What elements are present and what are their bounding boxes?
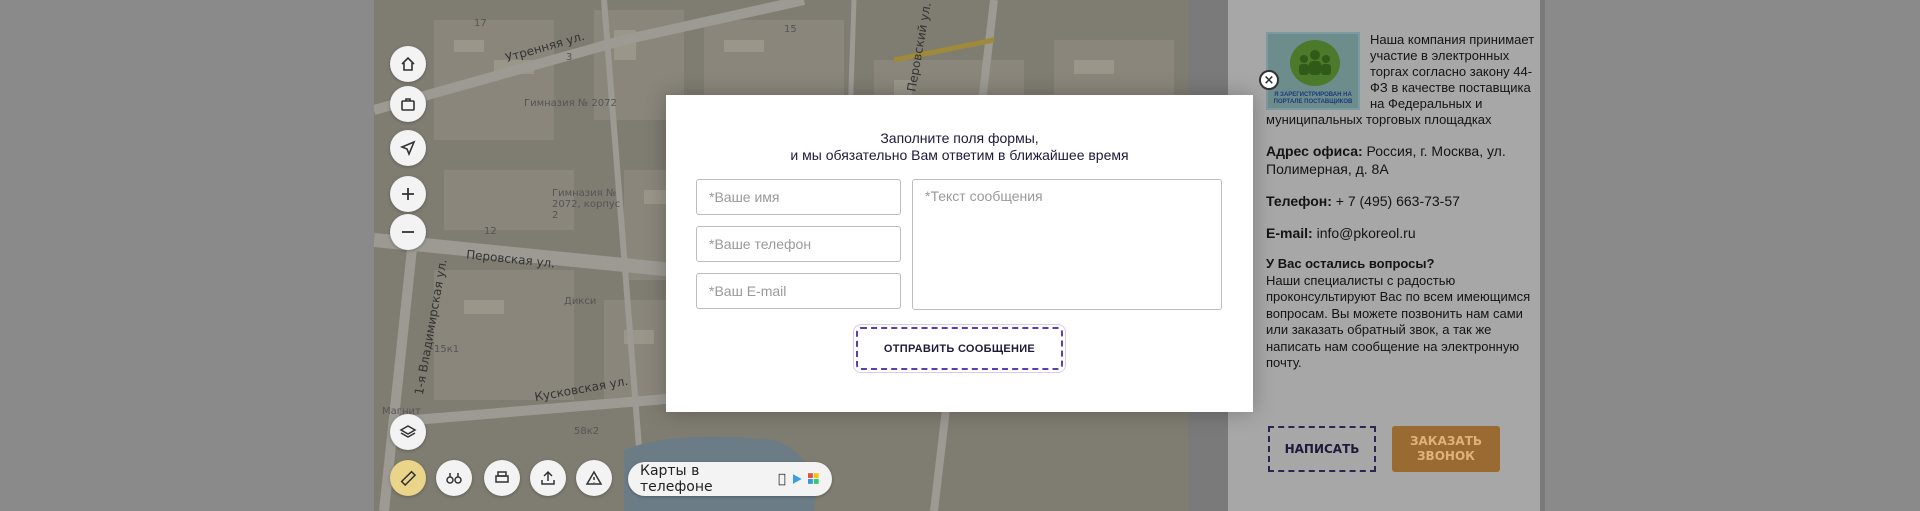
modal-title: Заполните поля формы, и мы обязательно В…	[666, 130, 1253, 164]
name-input[interactable]	[696, 179, 901, 215]
send-message-button[interactable]: ОТПРАВИТЬ СООБЩЕНИЕ	[853, 324, 1066, 373]
message-textarea[interactable]	[912, 179, 1222, 310]
modal-title-line2: и мы обязательно Вам ответим в ближайшее…	[790, 147, 1129, 163]
close-icon[interactable]: ×	[1259, 70, 1279, 90]
phone-input[interactable]	[696, 226, 901, 262]
modal-title-line1: Заполните поля формы,	[880, 130, 1039, 146]
email-input[interactable]	[696, 273, 901, 309]
contact-form-modal: Заполните поля формы, и мы обязательно В…	[666, 95, 1253, 412]
